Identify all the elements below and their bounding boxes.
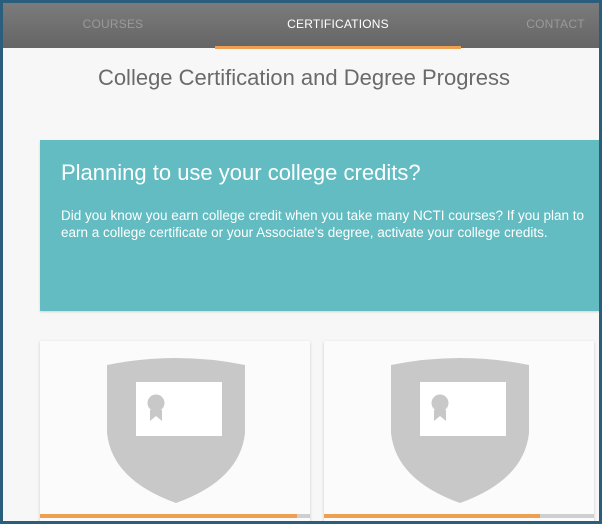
page-title: College Certification and Degree Progres…: [97, 65, 511, 90]
tab-certifications[interactable]: CERTIFICATIONS: [213, 3, 463, 48]
progress-bar: [40, 514, 310, 518]
certification-card[interactable]: [324, 341, 594, 521]
certificate-shield-icon: [107, 358, 245, 503]
certificate-shield-icon: [391, 358, 529, 503]
college-credits-banner: Planning to use your college credits? Di…: [40, 140, 599, 311]
banner-title: Planning to use your college credits?: [61, 160, 421, 185]
tab-courses[interactable]: COURSES: [43, 3, 183, 48]
app-frame: COURSES CERTIFICATIONS CONTACT College C…: [0, 0, 602, 524]
top-navigation: COURSES CERTIFICATIONS CONTACT: [3, 3, 599, 49]
certification-card[interactable]: [40, 341, 310, 521]
banner-body: Did you know you earn college credit whe…: [61, 208, 585, 240]
progress-fill: [40, 514, 297, 518]
tab-contact[interactable]: CONTACT: [508, 3, 599, 48]
progress-fill: [324, 514, 540, 518]
active-tab-indicator: [215, 46, 461, 49]
progress-bar: [324, 514, 594, 518]
